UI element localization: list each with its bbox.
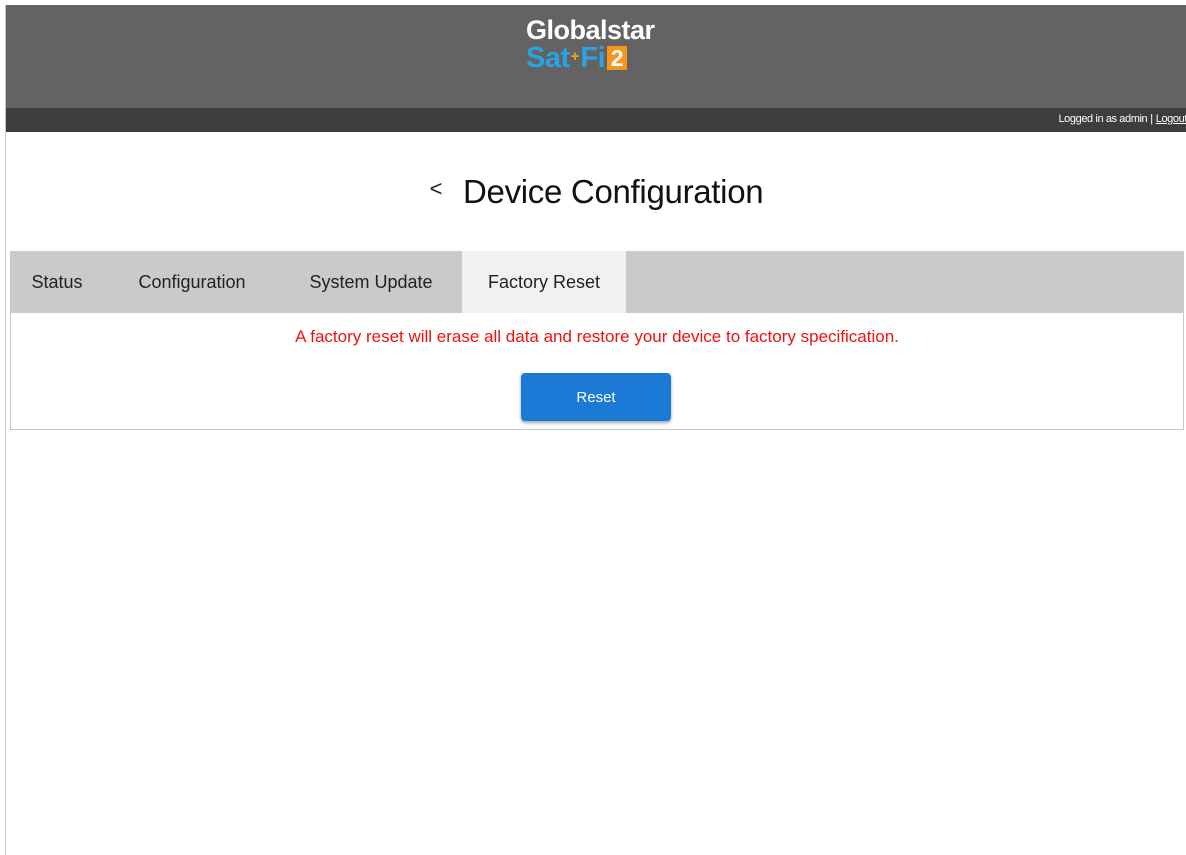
user-bar: Logged in as admin | Logout (6, 108, 1186, 132)
user-info-separator: | (1150, 113, 1153, 125)
logo-number: 2 (607, 46, 628, 70)
tab-bar: Status Configuration System Update Facto… (10, 251, 1184, 313)
page-title-row: < Device Configuration (6, 173, 1186, 211)
factory-reset-panel: A factory reset will erase all data and … (10, 313, 1184, 430)
logo-fi: Fi (580, 41, 606, 74)
user-info: Logged in as admin | Logout (1058, 113, 1186, 125)
chevron-left-icon[interactable]: < (430, 176, 443, 202)
globalstar-satfi2-logo: Globalstar Sat + Fi 2 (526, 17, 686, 73)
app-frame: Globalstar Sat + Fi 2 Logged in as admin… (5, 5, 1186, 855)
factory-reset-warning: A factory reset will erase all data and … (295, 327, 899, 346)
logout-link[interactable]: Logout (1156, 113, 1186, 125)
logo-sat: Sat (526, 41, 570, 74)
tab-factory-reset[interactable]: Factory Reset (462, 251, 626, 313)
header: Globalstar Sat + Fi 2 (6, 5, 1186, 108)
reset-button[interactable]: Reset (521, 373, 671, 421)
logo-product-line: Sat + Fi 2 (526, 43, 686, 73)
tab-system-update[interactable]: System Update (280, 251, 462, 313)
page-title: Device Configuration (462, 173, 764, 210)
logged-in-text: Logged in as admin (1058, 113, 1148, 125)
logo-plus: + (570, 47, 580, 65)
tab-configuration[interactable]: Configuration (104, 251, 280, 313)
logo-brand-line: Globalstar (526, 15, 655, 45)
tab-status[interactable]: Status (10, 251, 104, 313)
